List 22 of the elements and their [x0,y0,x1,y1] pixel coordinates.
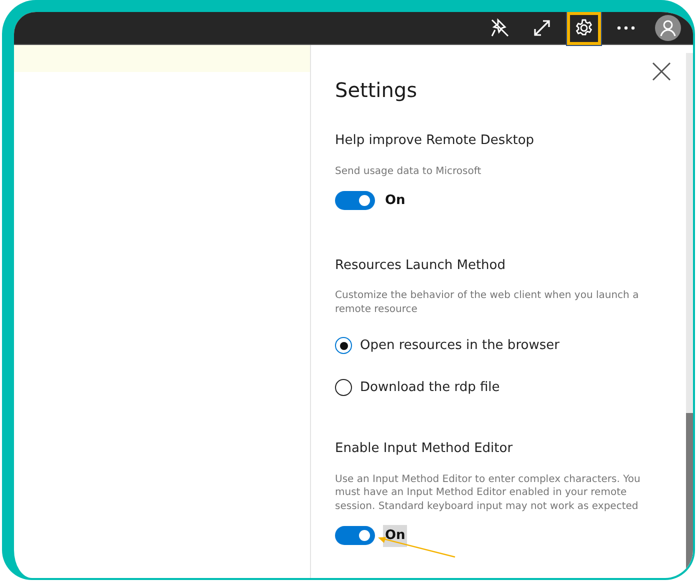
section-heading: Enable Input Method Editor [335,440,514,458]
settings-icon [574,18,594,38]
radio-option[interactable]: Download the rdp file [335,378,500,397]
panel-title: Settings [335,77,418,104]
radio-button[interactable] [335,337,352,354]
toggle-switch[interactable] [335,526,375,546]
toggle-state-label: On [383,525,408,546]
settings-button[interactable] [567,12,601,44]
section-description: Customize the behavior of the web client when you launch a remote resource [335,289,640,316]
section-description: Use an Input Method Editor to enter complex characters. You must have an Input Method Editor enabled in your remote session. Standard keyboard input may not work as expected [335,472,642,513]
close-icon [652,62,671,82]
pin-icon [490,18,510,38]
section-heading: Resources Launch Method [335,256,506,274]
expand-icon [533,19,551,37]
section-heading: Help improve Remote Desktop [335,132,536,150]
more-icon [617,26,635,30]
radio-button[interactable] [335,378,352,396]
radio-option[interactable]: Open resources in the browser [335,336,560,356]
avatar-icon [655,15,681,41]
section-description: Send usage data to Microsoft [335,164,482,178]
toggle-state-label: On [384,192,406,210]
toggle-switch[interactable] [335,191,375,210]
